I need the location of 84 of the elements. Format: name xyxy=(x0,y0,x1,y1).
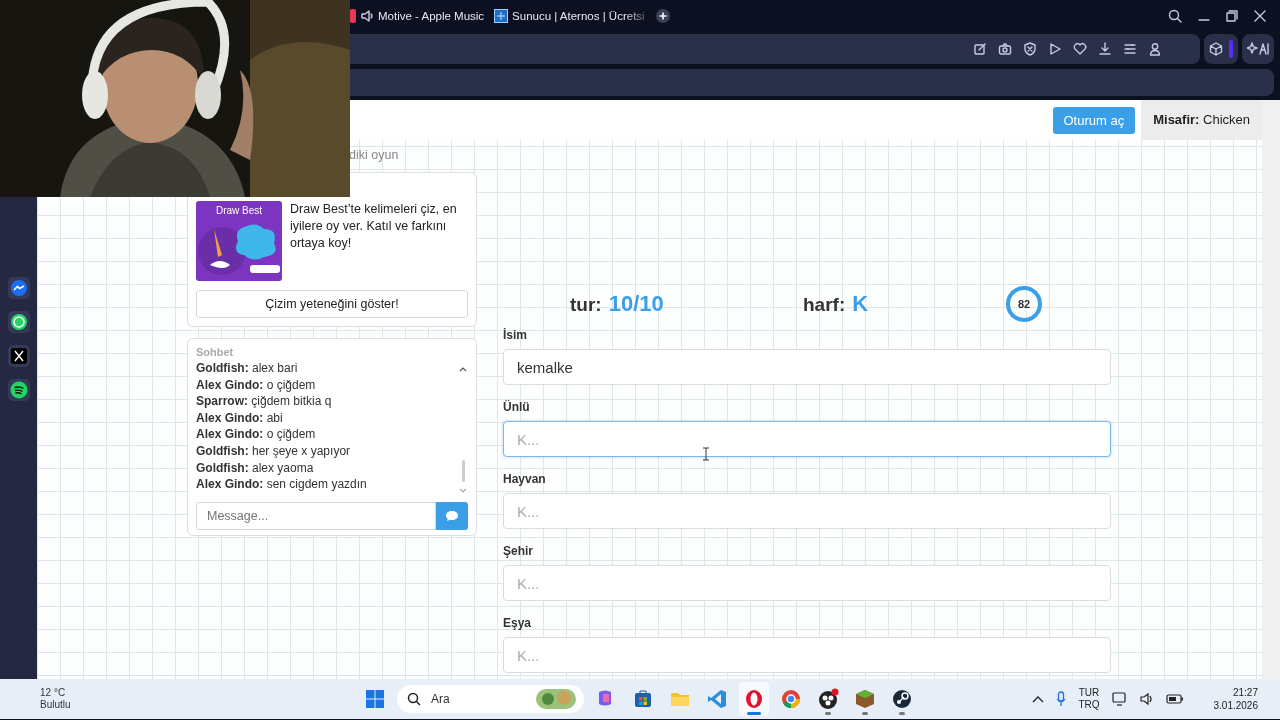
chat-message: Goldfish: her şeye x yapıyor xyxy=(196,442,352,460)
field-label: Hayvan xyxy=(503,471,547,487)
running-indicator xyxy=(862,712,868,715)
field-label: Ünlü xyxy=(503,399,531,415)
letter-label: harf: xyxy=(803,294,846,316)
field-label: Şehir xyxy=(503,543,534,559)
extension-button[interactable] xyxy=(1204,33,1238,64)
chat-message: Alex Gindo: o çiğdem xyxy=(196,376,317,394)
letter-value: K xyxy=(852,291,869,317)
messenger-icon[interactable] xyxy=(7,277,30,299)
chat-title: Sohbet xyxy=(196,346,235,360)
thumbnail-title: Draw Best xyxy=(215,205,263,216)
whatsapp-icon[interactable] xyxy=(7,311,30,333)
maximize-icon[interactable] xyxy=(1226,10,1238,22)
chat-message: Alex Gindo: o çiğdem xyxy=(196,426,317,443)
clock[interactable]: 21:27 3.01.2026 xyxy=(1213,686,1258,712)
camera-icon[interactable] xyxy=(998,41,1012,56)
answer-field[interactable]: K... xyxy=(503,493,1111,529)
draw-button[interactable]: Çizim yeteneğini göster! xyxy=(196,290,468,318)
shield-icon[interactable] xyxy=(1023,41,1037,56)
browser-tab[interactable]: Motive - Apple Music xyxy=(350,7,489,25)
speech-bubble-icon xyxy=(445,510,459,522)
opera-icon xyxy=(743,688,765,710)
promo-description: Draw Best’te kelimeleri çiz, en iyilere oy ver. Katıl ve farkını ortaya koy! xyxy=(290,201,458,252)
scroll-up-icon[interactable] xyxy=(459,366,467,372)
page-scrollbar[interactable] xyxy=(1262,100,1280,679)
code-editor-icon xyxy=(706,688,728,710)
running-indicator xyxy=(825,712,831,715)
sliders-icon[interactable] xyxy=(1123,41,1137,56)
running-indicator xyxy=(747,712,761,715)
steam-icon xyxy=(891,688,913,710)
windows-start-icon[interactable] xyxy=(365,689,385,709)
monitor-icon[interactable] xyxy=(1111,692,1128,706)
edit-icon[interactable] xyxy=(973,41,987,56)
grass-block-icon xyxy=(854,688,876,710)
field-label: Eşya xyxy=(503,615,533,631)
answer-field[interactable]: K... xyxy=(503,421,1111,457)
chat-message: Goldfish: alex bari xyxy=(196,360,299,377)
section-heading: diki oyun xyxy=(348,147,400,164)
heart-icon[interactable] xyxy=(1073,41,1087,56)
play-icon[interactable] xyxy=(1048,41,1062,56)
ai-button[interactable] xyxy=(1242,33,1274,64)
scrollbar-thumb[interactable] xyxy=(461,460,465,482)
taskbar-search[interactable]: Ara xyxy=(397,685,584,713)
search-icon[interactable] xyxy=(1168,9,1182,23)
round-counter: 10/10 xyxy=(608,291,664,317)
chat-message: Alex Gindo: abi xyxy=(196,409,284,427)
countdown-timer: 82 xyxy=(1006,286,1042,322)
browser-tab[interactable]: Sunucu | Aternos | Ücretsi xyxy=(494,7,649,25)
spotify-icon[interactable] xyxy=(7,379,30,401)
cube-icon xyxy=(1209,41,1223,56)
chat-message: Sparrow: çiğdem bitkia q xyxy=(196,393,333,410)
new-tab-icon[interactable] xyxy=(654,8,671,24)
close-icon[interactable] xyxy=(1254,10,1266,22)
speaker-icon[interactable] xyxy=(360,9,374,23)
x-logo-icon[interactable] xyxy=(7,345,30,367)
download-icon[interactable] xyxy=(1098,41,1112,56)
guest-label[interactable]: Misafir: Chicken xyxy=(1141,100,1262,140)
microphone-icon[interactable] xyxy=(1056,691,1067,707)
language-indicator[interactable]: TUR TRQ xyxy=(1078,687,1100,711)
message-field[interactable]: Message... xyxy=(196,502,436,530)
recorder-icon xyxy=(817,688,839,710)
user-icon[interactable] xyxy=(1148,41,1162,56)
search-icon xyxy=(407,692,421,706)
chat-message: Alex Gindo: sen cigdem yazdın xyxy=(196,476,367,493)
game-thumbnail[interactable]: Draw Best xyxy=(196,201,282,281)
weather-temperature: 12 °C xyxy=(40,687,67,699)
answer-field[interactable]: K... xyxy=(503,565,1111,601)
field-label: İsim xyxy=(503,327,528,343)
send-button[interactable] xyxy=(436,502,468,530)
battery-icon[interactable] xyxy=(1165,693,1184,705)
weather-condition: Bulutlu xyxy=(40,699,72,711)
answer-field[interactable]: kemalke xyxy=(503,349,1111,385)
volume-icon[interactable] xyxy=(1139,692,1154,706)
chevron-up-icon[interactable] xyxy=(1032,695,1045,703)
sparkle-ai-icon xyxy=(1247,41,1269,56)
chat-message: Goldfish: alex yaoma xyxy=(196,459,315,477)
running-indicator xyxy=(899,712,905,715)
round-label: tur: xyxy=(570,294,602,316)
address-bar[interactable] xyxy=(350,33,1200,64)
answer-field[interactable]: K... xyxy=(503,637,1111,673)
store-icon xyxy=(632,688,654,710)
text-cursor-icon xyxy=(702,447,710,461)
chrome-icon xyxy=(780,688,802,710)
